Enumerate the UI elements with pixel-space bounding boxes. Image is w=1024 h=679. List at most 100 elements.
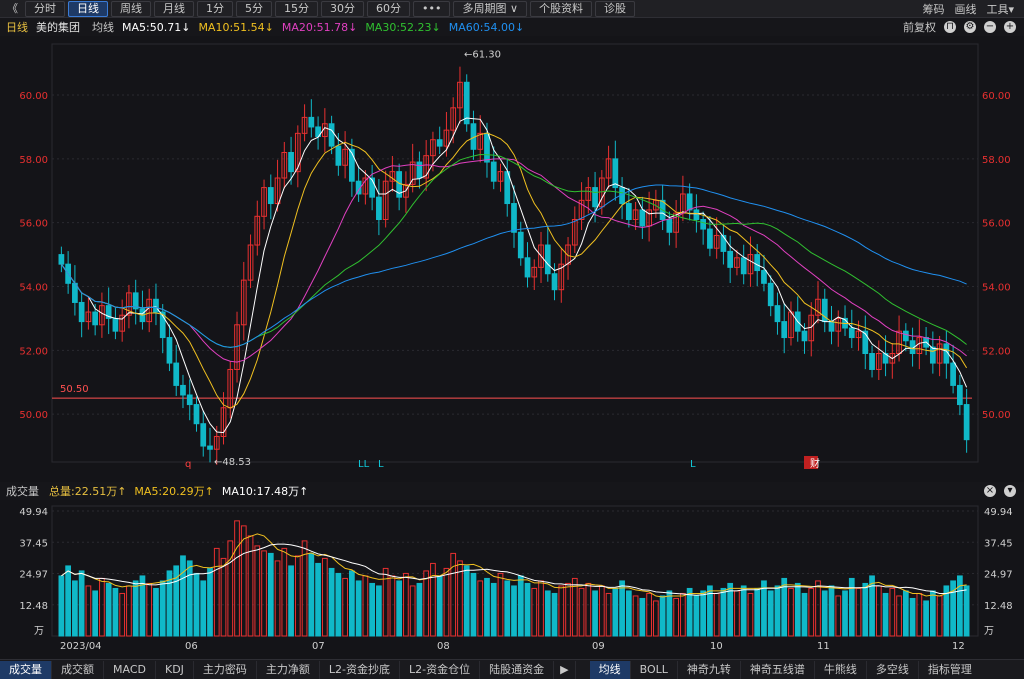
volume-bar xyxy=(396,580,403,637)
tab-main-code[interactable]: 主力密码 xyxy=(194,660,257,679)
tab-bull-bear[interactable]: 牛熊线 xyxy=(815,660,867,679)
price-tick-right: 58.00 xyxy=(982,155,1011,166)
volume-bar xyxy=(355,580,362,637)
volume-bar xyxy=(511,585,517,637)
tab-turnover[interactable]: 成交额 xyxy=(52,660,104,679)
candle-body xyxy=(207,445,213,450)
tab-kdj[interactable]: KDJ xyxy=(156,660,194,679)
minus-icon[interactable]: − xyxy=(984,21,996,33)
period-tab-30min[interactable]: 30分 xyxy=(321,0,364,17)
volume-bar xyxy=(774,585,781,637)
period-tab-15min[interactable]: 15分 xyxy=(275,0,318,17)
tab-volume[interactable]: 成交量 xyxy=(0,660,52,679)
draw-line-button[interactable]: 画线 xyxy=(954,1,976,17)
multi-period-dropdown[interactable]: 多周期图 ∨ xyxy=(453,0,528,17)
volume-bar xyxy=(585,582,592,637)
period-tab-60min[interactable]: 60分 xyxy=(367,0,410,17)
volume-bar xyxy=(105,582,112,637)
candle-body xyxy=(625,203,632,220)
volume-bar xyxy=(808,587,815,637)
diagnose-button[interactable]: 诊股 xyxy=(595,0,636,17)
settings-icon[interactable]: ⚙ xyxy=(964,21,976,33)
volume-bar xyxy=(321,557,328,637)
candle-body xyxy=(754,254,761,272)
more-periods-button[interactable]: ••• xyxy=(413,0,451,17)
volume-ma10: MA10:17.48万↑ xyxy=(221,485,309,498)
volume-bar xyxy=(349,570,355,637)
volume-bar xyxy=(801,592,808,637)
plus-icon[interactable]: + xyxy=(1004,21,1016,33)
lock-icon[interactable]: ⊓ xyxy=(944,21,956,33)
volume-total: 总量:22.51万↑ xyxy=(49,485,127,498)
volume-bar xyxy=(794,582,801,637)
tab-boll[interactable]: BOLL xyxy=(631,660,678,679)
volume-bar xyxy=(632,595,639,637)
price-tick-left: 56.00 xyxy=(19,219,48,230)
tools-menu[interactable]: 工具▾ xyxy=(986,1,1014,17)
period-tab-weekly[interactable]: 周线 xyxy=(111,0,151,17)
ma-label[interactable]: 均线 xyxy=(92,19,114,35)
close-icon[interactable]: × xyxy=(984,485,996,497)
tab-l2-position[interactable]: L2-资金仓位 xyxy=(400,660,481,679)
candle-body xyxy=(639,209,646,227)
volume-bar xyxy=(605,592,612,637)
volume-bar xyxy=(720,587,727,637)
period-tab-fenshi[interactable]: 分时 xyxy=(25,0,65,17)
candle-body xyxy=(551,273,558,291)
volume-bar xyxy=(227,540,234,637)
volume-bar xyxy=(625,590,632,637)
volume-bar xyxy=(504,580,511,637)
volume-bar xyxy=(747,592,754,637)
volume-bar xyxy=(734,590,740,637)
volume-bar xyxy=(261,550,267,637)
candle-body xyxy=(288,151,294,173)
period-tab-monthly[interactable]: 月线 xyxy=(154,0,194,17)
volume-bar xyxy=(578,587,585,637)
volume-bar xyxy=(538,580,544,637)
volume-tick-right: 12.48 xyxy=(984,601,1013,612)
tab-magic-nine[interactable]: 神奇九转 xyxy=(678,660,741,679)
tabs-scroll-arrow[interactable]: ▶ xyxy=(554,660,576,679)
volume-bar xyxy=(565,582,571,637)
back-button[interactable]: 《 xyxy=(3,2,22,16)
volume-bar xyxy=(376,585,382,637)
candle-body xyxy=(78,301,85,323)
candle-body xyxy=(767,282,774,307)
tab-ma[interactable]: 均线 xyxy=(589,660,631,679)
volume-bar xyxy=(842,590,848,637)
collapse-icon[interactable]: ▾ xyxy=(1004,485,1016,497)
ma-line-ma30 xyxy=(60,153,967,348)
period-tab-1min[interactable]: 1分 xyxy=(197,0,233,17)
volume-bar xyxy=(957,575,963,637)
top-toolbar: 《 分时 日线 周线 月线 1分 5分 15分 30分 60分 ••• 多周期图… xyxy=(0,0,1024,18)
tab-macd[interactable]: MACD xyxy=(104,660,156,679)
tab-magic-five[interactable]: 神奇五线谱 xyxy=(741,660,815,679)
chart-area[interactable]: 60.00 60.00 58.00 58.00 56.00 56.00 54.00 54.00… xyxy=(0,36,1024,659)
chips-button[interactable]: 筹码 xyxy=(922,1,944,17)
volume-bar xyxy=(815,580,821,637)
tab-main-net[interactable]: 主力净额 xyxy=(257,660,320,679)
volume-bar xyxy=(680,592,686,637)
ma10-value: MA10:51.54↓ xyxy=(198,20,274,34)
volume-bar xyxy=(234,520,240,637)
candle-body xyxy=(173,362,180,386)
tab-long-short[interactable]: 多空线 xyxy=(867,660,919,679)
volume-bar xyxy=(85,585,92,637)
stock-profile-button[interactable]: 个股资料 xyxy=(530,0,593,17)
volume-bar xyxy=(875,585,882,637)
volume-bar xyxy=(848,577,855,637)
volume-title[interactable]: 成交量 xyxy=(6,483,39,499)
volume-bar xyxy=(342,577,348,637)
x-axis-label: 08 xyxy=(437,641,450,652)
candle-body xyxy=(544,244,551,275)
tab-indicator-manage[interactable]: 指标管理 xyxy=(919,661,981,679)
candle-body xyxy=(166,337,173,364)
tab-northbound[interactable]: 陆股通资金 xyxy=(480,660,555,679)
tab-l2-bottom[interactable]: L2-资金抄底 xyxy=(320,660,401,679)
candle-body xyxy=(186,394,193,406)
period-tab-5min[interactable]: 5分 xyxy=(236,0,272,17)
adjust-dropdown[interactable]: 前复权 xyxy=(903,19,936,35)
volume-bar xyxy=(288,565,294,637)
period-tab-daily[interactable]: 日线 xyxy=(68,0,108,17)
volume-bar xyxy=(923,600,929,637)
